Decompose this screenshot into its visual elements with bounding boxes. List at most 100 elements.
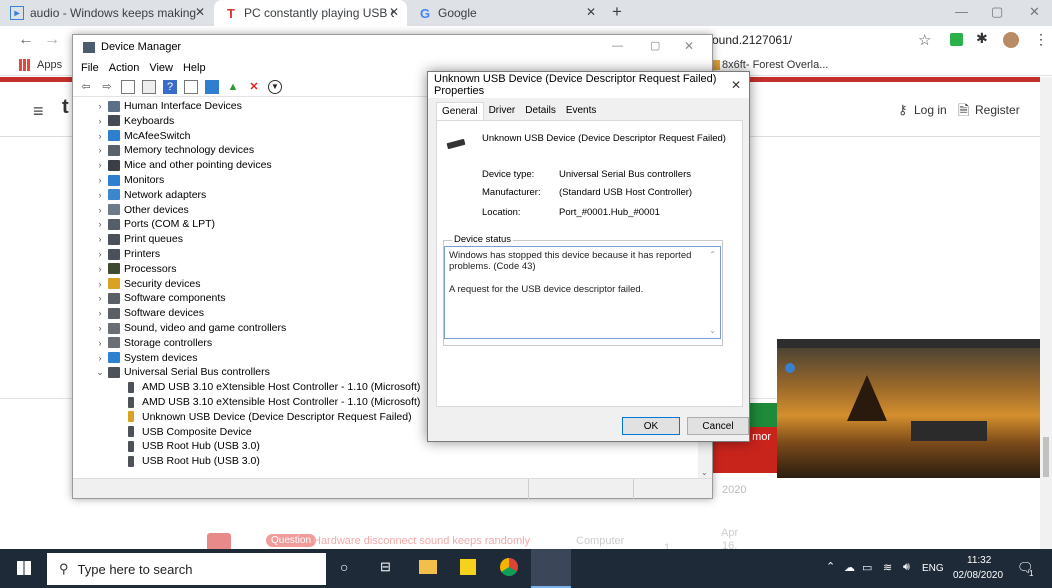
tree-item[interactable]: USB Root Hub (USB 3.0): [125, 454, 260, 468]
chevron-right-icon[interactable]: ›: [95, 264, 105, 274]
cloud-icon[interactable]: ☁: [844, 561, 855, 574]
task-switch-icon[interactable]: ⊟: [380, 559, 391, 575]
tree-item[interactable]: USB Composite Device: [125, 425, 252, 439]
tree-item[interactable]: › Software components: [95, 291, 226, 305]
wifi-icon[interactable]: ≋: [883, 561, 892, 574]
menu-help[interactable]: Help: [183, 62, 206, 74]
tree-item[interactable]: › Memory technology devices: [95, 143, 255, 157]
extension-icon[interactable]: [950, 33, 963, 46]
tree-item[interactable]: › Keyboards: [95, 114, 175, 128]
address-bar[interactable]: ound.2127061/: [712, 33, 792, 47]
tab-pc-usb[interactable]: T PC constantly playing USB devic ✕: [214, 0, 407, 26]
scroll-up-icon[interactable]: ⌃: [709, 249, 716, 260]
close-icon[interactable]: ✕: [195, 5, 205, 19]
bookmark-item[interactable]: 8x6ft- Forest Overla...: [722, 59, 828, 71]
chevron-right-icon[interactable]: ›: [95, 279, 105, 289]
back-arrow-icon[interactable]: ⇦: [79, 80, 93, 94]
volume-icon[interactable]: 🔊︎: [903, 561, 910, 574]
minimize-icon[interactable]: —: [612, 40, 623, 52]
chevron-right-icon[interactable]: ›: [95, 338, 105, 348]
chevron-right-icon[interactable]: ›: [95, 116, 105, 126]
properties-icon[interactable]: [121, 79, 135, 94]
chevron-up-icon[interactable]: ⌃: [826, 560, 835, 573]
tab-driver[interactable]: Driver: [484, 102, 521, 120]
star-icon[interactable]: ☆: [918, 31, 931, 49]
device-status-textbox[interactable]: Windows has stopped this device because …: [444, 246, 721, 339]
update-driver-icon[interactable]: ▲: [226, 80, 240, 94]
maximize-icon[interactable]: ▢: [991, 4, 1003, 20]
forward-arrow-icon[interactable]: ⇨: [100, 80, 114, 94]
close-icon[interactable]: ✕: [684, 39, 694, 53]
tree-item[interactable]: › Sound, video and game controllers: [95, 321, 287, 335]
tab-audio[interactable]: ▸ audio - Windows keeps making t ✕: [0, 0, 213, 26]
scan-icon[interactable]: ▼: [268, 79, 282, 94]
maximize-icon[interactable]: ▢: [650, 39, 660, 52]
apps-icon[interactable]: [19, 59, 31, 71]
tab-details[interactable]: Details: [520, 102, 561, 120]
tree-item[interactable]: › Security devices: [95, 277, 201, 291]
tree-item[interactable]: AMD USB 3.10 eXtensible Host Controller …: [125, 380, 420, 394]
tree-item[interactable]: › Ports (COM & LPT): [95, 217, 216, 231]
battery-icon[interactable]: ▭: [862, 561, 872, 574]
chevron-right-icon[interactable]: ›: [95, 219, 105, 229]
chevron-right-icon[interactable]: ›: [95, 101, 105, 111]
puzzle-icon[interactable]: ✱: [976, 30, 988, 47]
chevron-right-icon[interactable]: ›: [95, 323, 105, 333]
task-view-icon[interactable]: ○: [340, 559, 348, 575]
minimize-icon[interactable]: —: [955, 4, 968, 19]
menu-icon[interactable]: ⋮: [1034, 31, 1048, 48]
chevron-right-icon[interactable]: ›: [95, 190, 105, 200]
dialog-titlebar[interactable]: Unknown USB Device (Device Descriptor Re…: [428, 72, 749, 98]
chevron-right-icon[interactable]: ›: [95, 249, 105, 259]
hamburger-icon[interactable]: ≡: [33, 101, 44, 122]
chevron-right-icon[interactable]: ›: [95, 293, 105, 303]
close-icon[interactable]: ✕: [389, 5, 399, 19]
device-manager-taskbar-icon[interactable]: [531, 549, 571, 588]
tree-item[interactable]: Unknown USB Device (Device Descriptor Re…: [125, 410, 412, 424]
tree-item[interactable]: › Storage controllers: [95, 336, 213, 350]
tab-general[interactable]: General: [436, 102, 484, 120]
tree-item[interactable]: USB Root Hub (USB 3.0): [125, 439, 260, 453]
chevron-down-icon[interactable]: ⌄: [95, 367, 105, 378]
page-scrollbar[interactable]: [1040, 77, 1052, 549]
taskbar-search[interactable]: ⚲ Type here to search: [47, 553, 326, 585]
apps-label[interactable]: Apps: [37, 59, 62, 71]
chevron-right-icon[interactable]: ›: [95, 308, 105, 318]
ok-button[interactable]: OK: [622, 417, 680, 435]
uninstall-icon[interactable]: ✕: [247, 80, 261, 94]
forest-overlay-image[interactable]: [777, 339, 1040, 478]
close-icon[interactable]: ✕: [586, 5, 596, 19]
chevron-right-icon[interactable]: ›: [95, 145, 105, 155]
chrome-icon[interactable]: [500, 558, 518, 576]
file-explorer-icon[interactable]: [419, 560, 437, 574]
tree-item[interactable]: ⌄ Universal Serial Bus controllers: [95, 365, 270, 379]
back-icon[interactable]: ←: [18, 31, 34, 49]
tree-item[interactable]: › Printers: [95, 247, 161, 261]
new-tab-button[interactable]: +: [612, 2, 622, 22]
chevron-right-icon[interactable]: ›: [95, 175, 105, 185]
chevron-right-icon[interactable]: ›: [95, 205, 105, 215]
tree-item[interactable]: › Human Interface Devices: [95, 99, 242, 113]
register-link[interactable]: Register: [975, 103, 1020, 117]
login-link[interactable]: Log in: [914, 103, 947, 117]
menu-file[interactable]: File: [81, 62, 99, 74]
language-indicator[interactable]: ENG: [922, 563, 944, 574]
site-logo[interactable]: t: [62, 96, 69, 119]
tree-item[interactable]: › Monitors: [95, 173, 165, 187]
avatar[interactable]: [1003, 32, 1019, 48]
list-icon[interactable]: [142, 79, 156, 94]
scroll-down-icon[interactable]: ⌄: [709, 325, 716, 336]
tree-item[interactable]: › Software devices: [95, 306, 204, 320]
windows-start-icon[interactable]: [17, 561, 31, 575]
chevron-right-icon[interactable]: ›: [95, 353, 105, 363]
close-icon[interactable]: ✕: [731, 78, 741, 92]
cancel-button[interactable]: Cancel: [687, 417, 749, 435]
tree-item[interactable]: › System devices: [95, 351, 198, 365]
tab-events[interactable]: Events: [561, 102, 602, 120]
help-icon[interactable]: ?: [163, 79, 177, 94]
clock-date[interactable]: 02/08/2020: [953, 570, 1003, 581]
chevron-right-icon[interactable]: ›: [95, 234, 105, 244]
tree-item[interactable]: › Mice and other pointing devices: [95, 158, 272, 172]
close-window-icon[interactable]: ✕: [1029, 4, 1040, 20]
device-manager-titlebar[interactable]: Device Manager — ▢ ✕: [73, 35, 712, 59]
